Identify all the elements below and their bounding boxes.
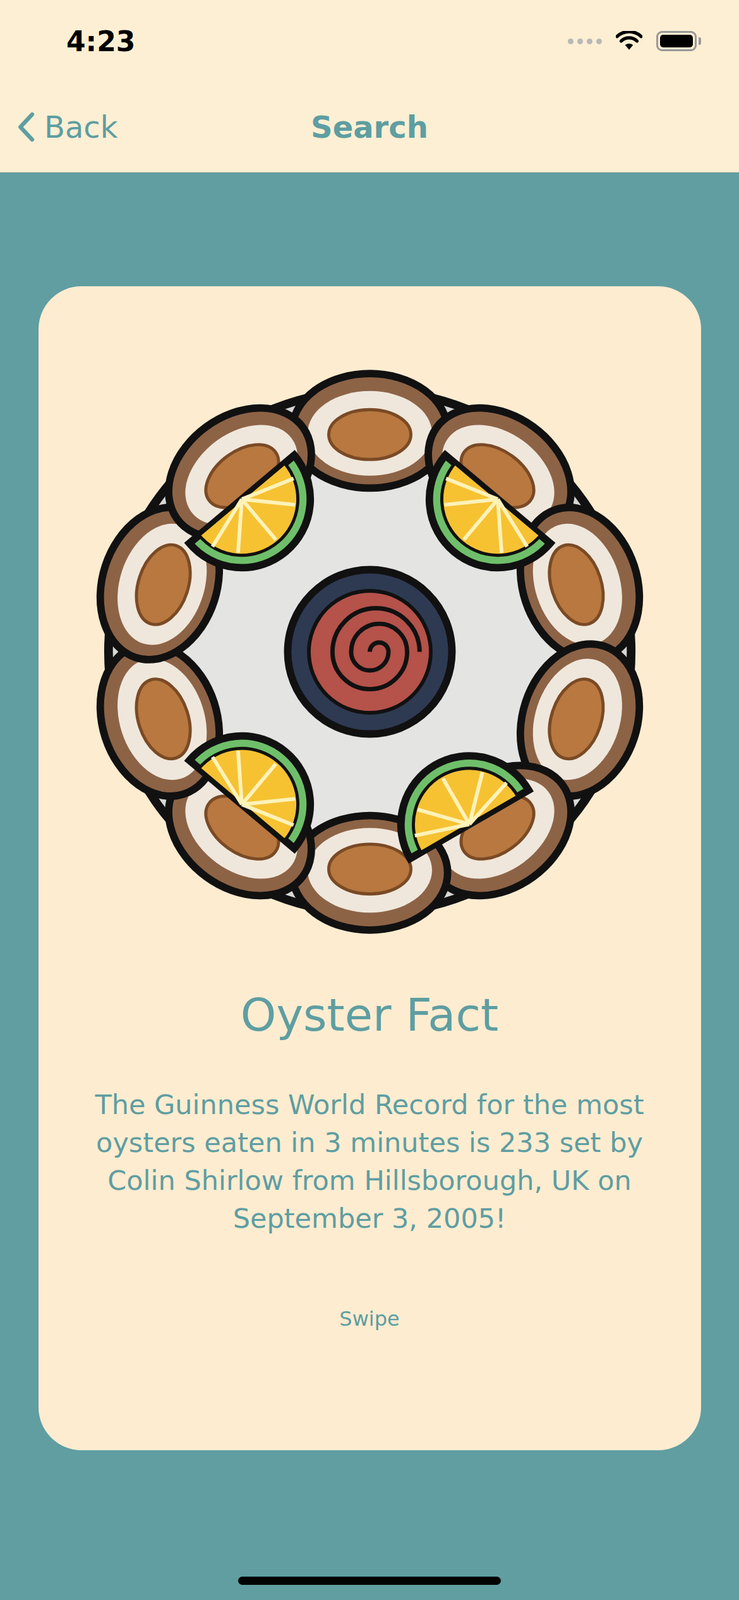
card-text: The Guinness World Record for the most o… (73, 1085, 666, 1237)
back-button[interactable]: Back (16, 109, 119, 145)
card-title: Oyster Fact (240, 987, 499, 1041)
signal-bar (577, 38, 583, 45)
signal-icon (567, 38, 602, 45)
status-icons (567, 30, 702, 52)
status-time: 4:23 (66, 25, 136, 58)
home-indicator (238, 1575, 501, 1585)
battery-icon (656, 30, 702, 52)
chevron-left-icon (16, 111, 36, 143)
signal-bar (596, 38, 602, 45)
status-bar: 4:23 (0, 0, 739, 83)
nav-bar: Back Search (0, 82, 739, 173)
signal-bar (567, 38, 574, 45)
wifi-icon (615, 30, 643, 52)
nav-title: Search (310, 109, 429, 145)
oyster-platter-icon (58, 340, 681, 963)
screen: 4:23 Back Search Oyster Fact The Guinness Wo… (0, 0, 739, 1600)
fact-card[interactable]: Oyster Fact The Guinness World Record for… (38, 286, 702, 1450)
swipe-hint: Swipe (339, 1306, 400, 1331)
content: Oyster Fact The Guinness World Record for… (0, 172, 739, 1600)
signal-bar (586, 38, 593, 45)
